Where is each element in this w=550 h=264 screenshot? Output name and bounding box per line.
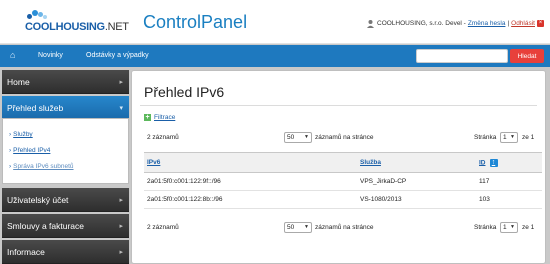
pager-top: 2 záznamů 50 ▼ záznamů na stránce Stránka… — [144, 129, 542, 147]
logout-icon[interactable]: × — [537, 20, 544, 27]
cell-id: 103 — [476, 190, 542, 209]
per-page-select[interactable]: 50 ▼ — [284, 222, 312, 233]
cell-id: 117 — [476, 172, 542, 191]
cell-ipv6: 2a01:5f0:c001:122:8b::/96 — [144, 190, 357, 209]
header: COOLHOUSING.NET ControlPanel COOLHOUSING… — [0, 0, 550, 44]
chevron-down-icon: ▾ — [119, 105, 123, 112]
plus-icon: + — [144, 114, 151, 121]
sidebar-item-home[interactable]: Home ▸ — [2, 70, 129, 94]
sidebar-subitem-ipv6[interactable]: Správa IPv6 subnetů — [9, 163, 73, 170]
separator: | — [507, 20, 510, 27]
filter-toggle[interactable]: + Filtrace — [144, 114, 175, 121]
page-label: Stránka — [474, 134, 497, 141]
chevron-right-icon: ▸ — [119, 197, 123, 204]
sidebar-subitem-ipv4[interactable]: Přehled IPv4 — [9, 147, 50, 154]
record-count: 2 záznamů — [147, 224, 179, 231]
table-header-row: IPv6 Služba ID ↑ — [144, 152, 542, 173]
logo-dots-icon — [25, 8, 49, 20]
logo-text: COOLHOUSING.NET — [25, 21, 129, 33]
search-button[interactable]: Hledat — [510, 49, 544, 63]
user-name: COOLHOUSING, s.r.o. Devel - — [377, 20, 466, 27]
app-title: ControlPanel — [143, 12, 248, 32]
chevron-right-icon: ▸ — [119, 79, 123, 86]
sidebar-item-info[interactable]: Informace ▸ — [2, 240, 129, 264]
logo[interactable]: COOLHOUSING.NET — [25, 8, 129, 38]
cell-service: VS-1080/2013 — [357, 190, 476, 209]
user-area: COOLHOUSING, s.r.o. Devel - Změna hesla … — [366, 19, 544, 28]
per-page-label: záznamů na stránce — [315, 224, 374, 231]
record-count: 2 záznamů — [147, 134, 179, 141]
nav-news[interactable]: Novinky — [38, 52, 63, 59]
change-password-link[interactable]: Změna hesla — [468, 20, 506, 27]
sidebar-submenu: Služby Přehled IPv4 Správa IPv6 subnetů — [2, 118, 129, 184]
cell-ipv6: 2a01:5f0:c001:122:9f::/96 — [144, 172, 357, 191]
page-select[interactable]: 1 ▼ — [500, 132, 518, 143]
column-header-id[interactable]: ID ↑ — [476, 152, 542, 173]
page-select[interactable]: 1 ▼ — [500, 222, 518, 233]
filter-link[interactable]: Filtrace — [154, 114, 175, 121]
nav-outages[interactable]: Odstávky a výpadky — [86, 52, 149, 59]
sidebar-subitem-services[interactable]: Služby — [9, 131, 33, 138]
divider — [140, 105, 537, 106]
page-total: ze 1 — [522, 134, 535, 141]
per-page-label: záznamů na stránce — [315, 134, 374, 141]
main-panel: Přehled IPv6 + Filtrace 2 záznamů 50 ▼ zá… — [131, 70, 546, 264]
sidebar-item-services[interactable]: Přehled služeb ▾ — [2, 96, 129, 120]
sidebar-item-contracts[interactable]: Smlouvy a fakturace ▸ — [2, 214, 129, 238]
top-navbar: ⌂ Novinky Odstávky a výpadky Hledat — [0, 45, 550, 67]
search-input[interactable] — [416, 49, 508, 63]
ipv6-table: IPv6 Služba ID ↑ 2a01:5f0:c001:122:9f::/9… — [144, 152, 542, 209]
per-page-select[interactable]: 50 ▼ — [284, 132, 312, 143]
page-total: ze 1 — [522, 224, 535, 231]
table-row[interactable]: 2a01:5f0:c001:122:9f::/96 VPS_JirkaD-CP … — [144, 172, 542, 191]
logout-link[interactable]: Odhlásit — [511, 20, 535, 27]
column-header-service[interactable]: Služba — [357, 152, 476, 173]
column-header-ipv6[interactable]: IPv6 — [144, 152, 357, 173]
sidebar-item-user-account[interactable]: Uživatelský účet ▸ — [2, 188, 129, 212]
pager-bottom: 2 záznamů 50 ▼ záznamů na stránce Stránka… — [144, 219, 542, 237]
home-icon[interactable]: ⌂ — [10, 51, 19, 60]
table-row[interactable]: 2a01:5f0:c001:122:8b::/96 VS-1080/2013 1… — [144, 190, 542, 209]
chevron-right-icon: ▸ — [119, 223, 123, 230]
user-icon — [366, 19, 375, 28]
sort-ascending-icon[interactable]: ↑ — [489, 158, 498, 167]
cell-service: VPS_JirkaD-CP — [357, 172, 476, 191]
page-label: Stránka — [474, 224, 497, 231]
chevron-right-icon: ▸ — [119, 249, 123, 256]
page-title: Přehled IPv6 — [144, 84, 225, 100]
